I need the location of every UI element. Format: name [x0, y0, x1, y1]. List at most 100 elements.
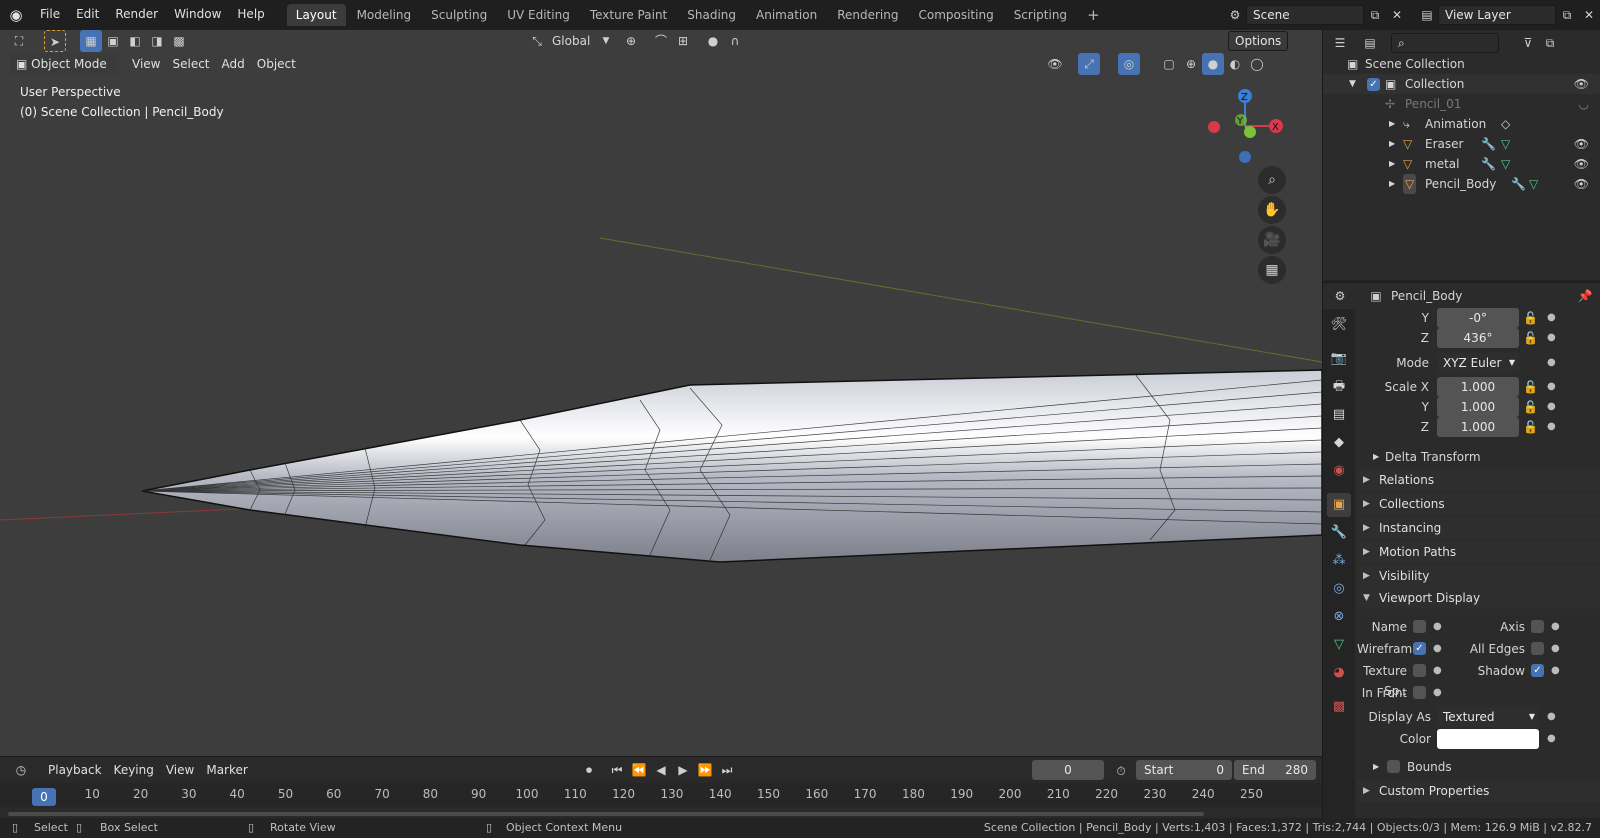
viewport-canvas[interactable] — [0, 30, 1322, 756]
solid-shading-icon[interactable]: ● — [1202, 53, 1224, 75]
select-tool-icon[interactable]: ➤ — [44, 30, 66, 52]
all-edges-checkbox[interactable] — [1531, 642, 1544, 655]
xray-icon[interactable]: ▢ — [1158, 53, 1180, 75]
material-tab-icon[interactable]: ◕ — [1327, 661, 1351, 685]
particles-tab-icon[interactable]: ⁂ — [1327, 549, 1351, 573]
gizmo-toggle-icon[interactable]: ⤢ — [1078, 53, 1100, 75]
bounds-row[interactable]: ▶ Bounds — [1357, 757, 1600, 777]
new-collection-icon[interactable]: ⧉ — [1539, 32, 1561, 54]
outliner-row-animation[interactable]: ▶ ⤷ Animation ◇ — [1323, 114, 1600, 134]
tab-scripting[interactable]: Scripting — [1005, 4, 1076, 26]
tab-texture-paint[interactable]: Texture Paint — [581, 4, 676, 26]
outliner-row-metal[interactable]: ▶ ▽ metal 🔧 ▽ 👁 — [1323, 154, 1600, 174]
expand-icon[interactable]: ▶ — [1389, 134, 1395, 154]
render-tab-icon[interactable]: 📷 — [1327, 347, 1351, 371]
object-mode-dropdown[interactable]: ▣ Object Mode — [10, 53, 116, 75]
eye-icon[interactable]: 👁 — [1574, 174, 1589, 194]
display-as-dropdown[interactable]: Textured ▼ — [1437, 707, 1539, 727]
modifier-tab-icon[interactable]: 🔧 — [1327, 521, 1351, 545]
scale-x-field[interactable]: 1.000 — [1437, 377, 1519, 397]
world-tab-icon[interactable]: ◉ — [1327, 459, 1351, 483]
menu-edit[interactable]: Edit — [68, 0, 107, 30]
tab-modeling[interactable]: Modeling — [348, 4, 421, 26]
outliner-search-input[interactable]: ⌕ — [1391, 33, 1499, 53]
material-shading-icon[interactable]: ◐ — [1224, 53, 1246, 75]
view-layer-tab-icon[interactable]: ▤ — [1327, 403, 1351, 427]
keyframe-dot-icon[interactable]: ● — [1551, 661, 1560, 681]
bounds-checkbox[interactable] — [1387, 760, 1400, 773]
tab-animation[interactable]: Animation — [747, 4, 826, 26]
lock-icon[interactable]: 🔓 — [1523, 308, 1538, 328]
keyframe-dot-icon[interactable]: ● — [1547, 707, 1556, 727]
menu-view[interactable]: View — [126, 53, 166, 75]
tab-shading[interactable]: Shading — [678, 4, 745, 26]
outliner-editor-type-icon[interactable]: ☰ — [1329, 32, 1351, 54]
snap-icon[interactable]: ⌒ — [650, 30, 672, 52]
menu-help[interactable]: Help — [229, 0, 272, 30]
data-tab-icon[interactable]: ▽ — [1327, 633, 1351, 657]
keyframe-dot-icon[interactable]: ● — [1433, 639, 1442, 659]
wireframe-shading-icon[interactable]: ⊕ — [1180, 53, 1202, 75]
keyframe-dot-icon[interactable]: ● — [1547, 417, 1556, 437]
properties-editor-type-icon[interactable]: ⚙ — [1329, 285, 1351, 307]
new-scene-icon[interactable]: ⧉ — [1364, 4, 1386, 26]
keyframe-dot-icon[interactable]: ● — [1433, 683, 1442, 703]
pan-hand-icon[interactable]: ✋ — [1258, 196, 1286, 224]
hidden-eye-icon[interactable]: ◡ — [1579, 94, 1589, 114]
intersect-select-icon[interactable]: ▩ — [168, 30, 190, 52]
delete-scene-icon[interactable]: ✕ — [1386, 4, 1408, 26]
outliner-row-collection[interactable]: ▼ ✓ ▣ Collection 👁 — [1323, 74, 1600, 94]
eye-icon[interactable]: 👁 — [1574, 74, 1589, 94]
tab-layout[interactable]: Layout — [286, 4, 346, 26]
menu-render[interactable]: Render — [107, 0, 166, 30]
outliner-row-scene-collection[interactable]: ▣ Scene Collection — [1323, 54, 1600, 74]
timeline-editor[interactable]: ◷ Playback Keying View Marker ⏺ ⏮ ⏪ ◀ ▶ … — [0, 756, 1322, 818]
tool-tab-icon[interactable]: 🛠 — [1327, 313, 1351, 337]
expand-icon[interactable]: ▶ — [1389, 114, 1395, 134]
scale-z-field[interactable]: 1.000 — [1437, 417, 1519, 437]
texture-space-checkbox[interactable] — [1413, 664, 1426, 677]
outliner-row-eraser[interactable]: ▶ ▽ Eraser 🔧 ▽ 👁 — [1323, 134, 1600, 154]
scene-field[interactable]: Scene — [1246, 5, 1364, 25]
constraints-tab-icon[interactable]: ⊗ — [1327, 605, 1351, 629]
outliner-row-pencil01[interactable]: ✢ Pencil_01 ◡ — [1323, 94, 1600, 114]
collection-checkbox[interactable]: ✓ — [1367, 78, 1380, 91]
editor-type-icon[interactable]: ⛶ — [8, 30, 30, 52]
rotation-z-field[interactable]: 436° — [1437, 328, 1519, 348]
menu-file[interactable]: File — [32, 0, 68, 30]
delete-view-layer-icon[interactable]: ✕ — [1578, 4, 1600, 26]
tab-sculpting[interactable]: Sculpting — [422, 4, 496, 26]
show-name-checkbox[interactable] — [1413, 620, 1426, 633]
keyframe-dot-icon[interactable]: ● — [1547, 353, 1556, 373]
extend-select-icon[interactable]: ▣ — [102, 30, 124, 52]
physics-tab-icon[interactable]: ◎ — [1327, 577, 1351, 601]
keyframe-dot-icon[interactable]: ● — [1551, 639, 1560, 659]
new-view-layer-icon[interactable]: ⧉ — [1556, 4, 1578, 26]
pin-icon[interactable]: 📌 — [1574, 285, 1596, 307]
menu-add[interactable]: Add — [216, 53, 251, 75]
filter-icon[interactable]: ⊽ — [1517, 32, 1539, 54]
scene-icon[interactable]: ⚙ — [1224, 4, 1246, 26]
keyframe-dot-icon[interactable]: ● — [1551, 617, 1560, 637]
eye-icon[interactable]: 👁 — [1574, 154, 1589, 174]
expand-icon[interactable]: ▼ — [1349, 74, 1356, 94]
in-front-checkbox[interactable] — [1413, 686, 1426, 699]
panel-instancing[interactable]: ▶ Instancing — [1357, 517, 1600, 539]
lock-icon[interactable]: 🔓 — [1523, 397, 1538, 417]
menu-select[interactable]: Select — [166, 53, 215, 75]
panel-visibility[interactable]: ▶ Visibility — [1357, 565, 1600, 587]
panel-custom-properties[interactable]: ▶ Custom Properties — [1357, 780, 1600, 802]
subtract-select-icon[interactable]: ◧ — [124, 30, 146, 52]
perspective-grid-icon[interactable]: ▦ — [1258, 256, 1286, 284]
keyframe-dot-icon[interactable]: ● — [1547, 397, 1556, 417]
zoom-icon[interactable]: ⌕ — [1258, 166, 1286, 194]
pivot-point-icon[interactable]: ⊕ — [620, 30, 642, 52]
proportional-edit-icon[interactable]: ● — [702, 30, 724, 52]
properties-editor[interactable]: ⚙ ▣ Pencil_Body 📌 🛠 📷 🖶 ▤ ◆ ◉ ▣ 🔧 ⁂ ◎ ⊗ … — [1322, 282, 1600, 819]
overlay-toggle-icon[interactable]: ◎ — [1118, 53, 1140, 75]
panel-viewport-display[interactable]: ▼ Viewport Display — [1357, 587, 1600, 609]
display-mode-icon[interactable]: ▤ — [1359, 32, 1381, 54]
keyframe-dot-icon[interactable]: ● — [1433, 617, 1442, 637]
outliner-row-pencil-body[interactable]: ▶ ▽ Pencil_Body 🔧 ▽ 👁 — [1323, 174, 1600, 194]
tab-rendering[interactable]: Rendering — [828, 4, 907, 26]
